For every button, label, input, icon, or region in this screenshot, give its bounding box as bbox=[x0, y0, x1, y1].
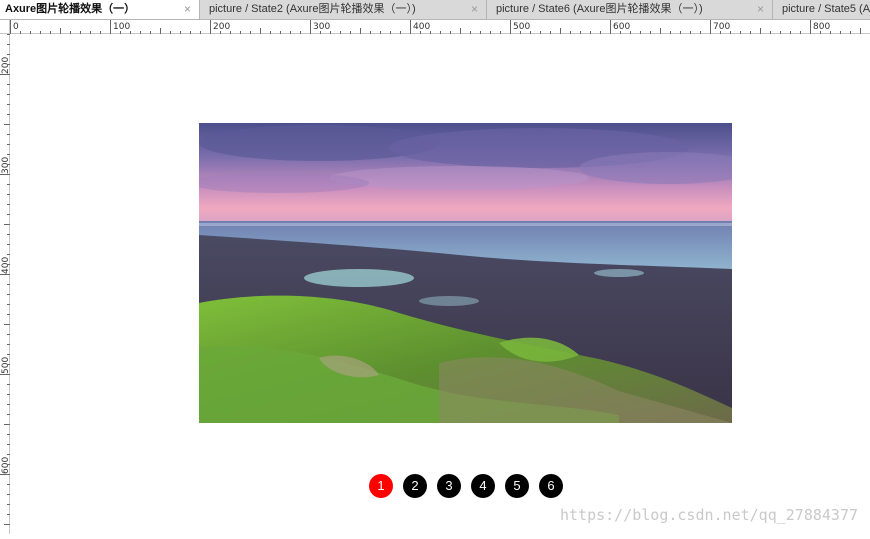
ruler-label: 600 bbox=[1, 457, 10, 474]
vertical-ruler[interactable]: 200 300 400 500 600 bbox=[0, 34, 11, 535]
close-icon[interactable]: × bbox=[757, 0, 764, 19]
ruler-label: 500 bbox=[513, 22, 530, 32]
ruler-label: 0 bbox=[13, 22, 19, 32]
ruler-corner bbox=[0, 20, 10, 34]
close-icon[interactable]: × bbox=[471, 0, 478, 19]
seascape-image bbox=[199, 123, 732, 423]
ruler-label: 200 bbox=[1, 57, 10, 74]
ruler-label: 300 bbox=[1, 157, 10, 174]
pager-dot-1[interactable]: 1 bbox=[369, 474, 393, 498]
ruler-label: 100 bbox=[113, 22, 130, 32]
pager-dot-4[interactable]: 4 bbox=[471, 474, 495, 498]
tab-axure-carousel[interactable]: Axure图片轮播效果（一） × bbox=[0, 0, 200, 19]
tab-label: Axure图片轮播效果（一） bbox=[5, 3, 136, 15]
ruler-label: 600 bbox=[613, 22, 630, 32]
tab-picture-state2[interactable]: picture / State2 (Axure图片轮播效果（一）) × bbox=[200, 0, 487, 19]
ruler-label: 500 bbox=[1, 357, 10, 374]
ruler-label: 200 bbox=[213, 22, 230, 32]
document-tab-bar: Axure图片轮播效果（一） × picture / State2 (Axure… bbox=[0, 0, 870, 20]
pager-dot-6[interactable]: 6 bbox=[539, 474, 563, 498]
pager-dot-2[interactable]: 2 bbox=[403, 474, 427, 498]
tab-picture-state5[interactable]: picture / State5 (Axure图片轮播效果（一）) bbox=[773, 0, 870, 19]
tab-label: picture / State2 (Axure图片轮播效果（一）) bbox=[209, 3, 416, 15]
ruler-label: 700 bbox=[713, 22, 730, 32]
ruler-label: 400 bbox=[1, 257, 10, 274]
ruler-label: 300 bbox=[313, 22, 330, 32]
watermark: https://blog.csdn.net/qq_27884377 bbox=[559, 506, 858, 524]
horizontal-ruler[interactable]: 0 100 200 300 400 500 600 700 800 bbox=[10, 20, 870, 34]
carousel-image bbox=[199, 123, 732, 423]
tab-label: picture / State6 (Axure图片轮播效果（一）) bbox=[496, 3, 703, 15]
ruler-label: 800 bbox=[813, 22, 830, 32]
horizontal-ruler-ticks: 0 100 200 300 400 500 600 700 800 bbox=[10, 20, 861, 34]
close-icon[interactable]: × bbox=[184, 0, 191, 19]
tab-picture-state6[interactable]: picture / State6 (Axure图片轮播效果（一）) × bbox=[487, 0, 773, 19]
pager-dot-5[interactable]: 5 bbox=[505, 474, 529, 498]
tab-label: picture / State5 (Axure图片轮播效果（一）) bbox=[782, 3, 870, 15]
ruler-label: 400 bbox=[413, 22, 430, 32]
vertical-ruler-ticks: 200 300 400 500 600 bbox=[0, 34, 11, 535]
pager-dot-3[interactable]: 3 bbox=[437, 474, 461, 498]
